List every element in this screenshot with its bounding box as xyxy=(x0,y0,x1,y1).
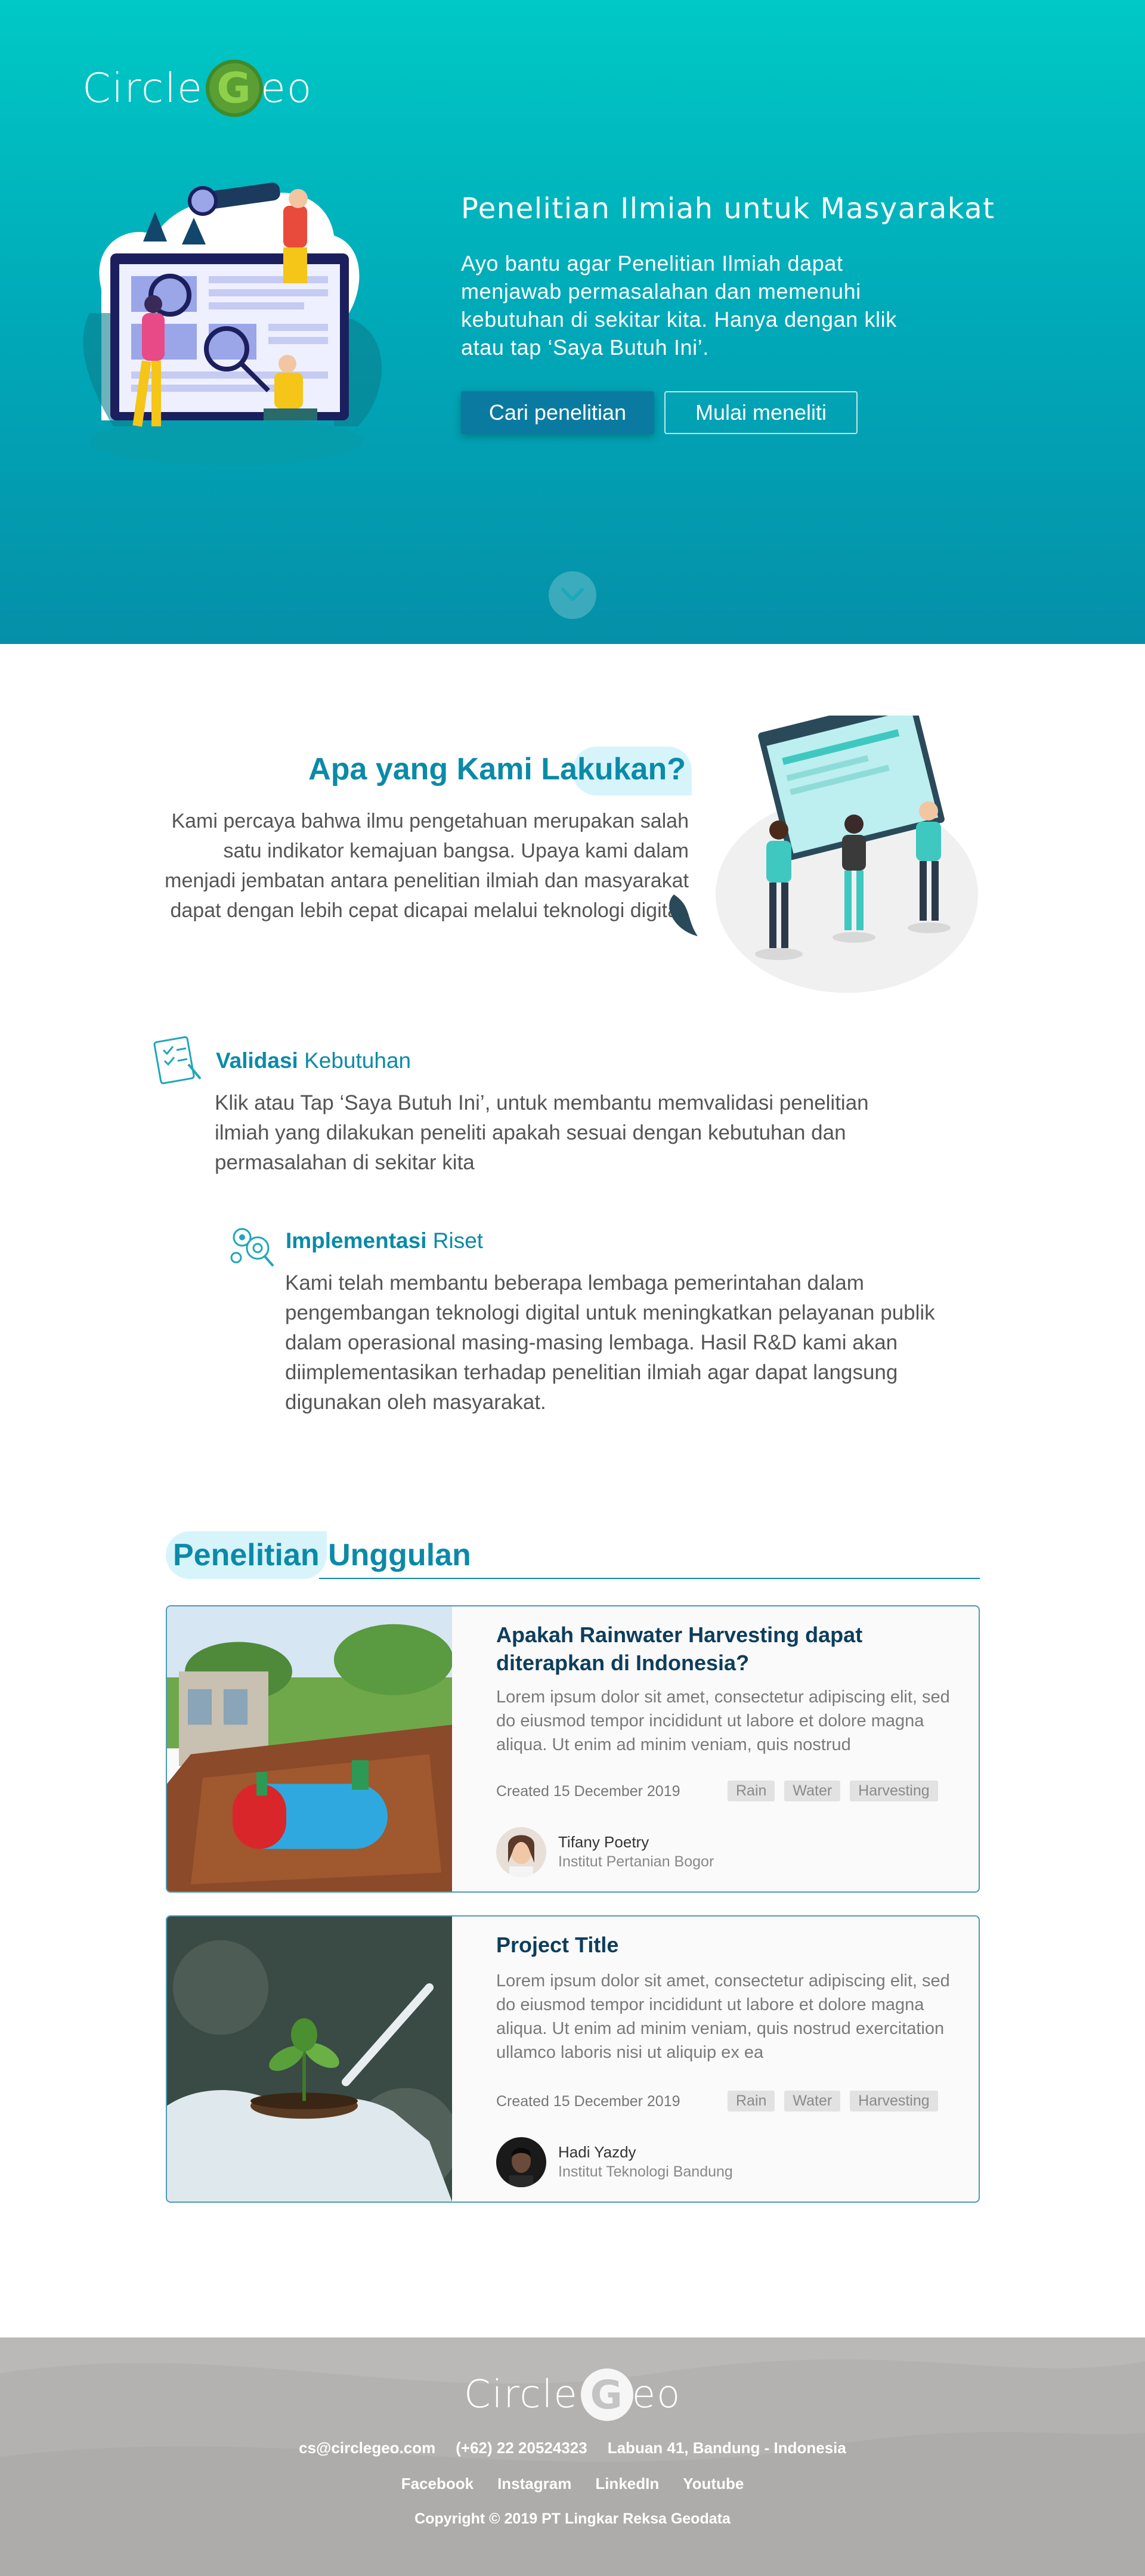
checklist-icon xyxy=(153,1036,202,1085)
hero-title: Penelitian Ilmiah untuk Masyarakat xyxy=(461,192,995,225)
card-created-date: Created 15 December 2019 xyxy=(496,2093,680,2110)
feature-title-validasi: Validasi Kebutuhan xyxy=(216,1048,411,1073)
rainwater-tank-image xyxy=(167,1606,452,1891)
card-body: Apakah Rainwater Harvesting dapat ditera… xyxy=(496,1606,957,1891)
brand-name-part2: eo xyxy=(632,2373,682,2417)
researchers-illustration xyxy=(83,182,382,465)
author-institution: Institut Pertanian Bogor xyxy=(558,1853,714,1870)
chevron-down-icon xyxy=(561,588,584,601)
contact-address: Labuan 41, Bandung - Indonesia xyxy=(607,2439,846,2457)
brand-logo[interactable]: Circle G eo xyxy=(82,60,312,117)
research-card[interactable]: Project Title Lorem ipsum dolor sit amet… xyxy=(166,1915,980,2203)
tag[interactable]: Water xyxy=(784,2091,841,2111)
contact-info: cs@circlegeo.com (+62) 22 20524323 Labua… xyxy=(0,2439,1145,2457)
social-links: Facebook Instagram LinkedIn Youtube xyxy=(0,2475,1145,2493)
hero-description: Ayo bantu agar Penelitian Ilmiah dapat m… xyxy=(461,251,897,360)
feature-title-bold: Validasi xyxy=(216,1048,298,1073)
author-avatar xyxy=(496,1827,546,1877)
section-divider xyxy=(319,1578,980,1579)
research-card[interactable]: Apakah Rainwater Harvesting dapat ditera… xyxy=(166,1605,980,1893)
tag[interactable]: Water xyxy=(784,1781,841,1801)
about-title-bold: Apa yang xyxy=(308,752,448,787)
brand-logo-g-icon: G xyxy=(205,60,263,117)
scroll-down-button[interactable] xyxy=(549,571,596,619)
author-institution: Institut Teknologi Bandung xyxy=(558,2163,733,2180)
tag[interactable]: Harvesting xyxy=(850,1781,938,1801)
social-link-instagram[interactable]: Instagram xyxy=(497,2475,571,2493)
brand-name-part1: Circle xyxy=(464,2373,578,2417)
feature-title-rest: Kebutuhan xyxy=(298,1048,411,1073)
about-title: Apa yang Kami Lakukan? xyxy=(308,747,692,795)
social-link-facebook[interactable]: Facebook xyxy=(401,2475,474,2493)
contact-email[interactable]: cs@circlegeo.com xyxy=(299,2439,435,2457)
author-name[interactable]: Tifany Poetry xyxy=(558,1833,649,1852)
author-avatar xyxy=(496,2137,546,2187)
feature-title-rest: Riset xyxy=(426,1228,484,1253)
research-gears-icon xyxy=(230,1228,274,1267)
team-illustration xyxy=(669,716,978,993)
feature-description-validasi: Klik atau Tap ‘Saya Butuh Ini’, untuk me… xyxy=(215,1091,869,1174)
featured-title-bold: Penelitian xyxy=(173,1538,320,1572)
tag[interactable]: Rain xyxy=(728,1781,775,1801)
tag-list: Rain Water Harvesting xyxy=(728,2091,938,2111)
tag[interactable]: Rain xyxy=(728,2091,775,2111)
feature-title-bold: Implementasi xyxy=(286,1228,427,1253)
featured-section-title: Penelitian Unggulan xyxy=(166,1531,471,1579)
footer-brand-logo[interactable]: Circle G eo xyxy=(464,2368,681,2421)
card-title[interactable]: Project Title xyxy=(496,1931,926,1959)
brand-name-part1: Circle xyxy=(82,64,203,112)
card-created-date: Created 15 December 2019 xyxy=(496,1783,680,1800)
card-body: Project Title Lorem ipsum dolor sit amet… xyxy=(496,1916,957,2202)
tag-list: Rain Water Harvesting xyxy=(728,1781,938,1801)
footer: Circle G eo cs@circlegeo.com (+62) 22 20… xyxy=(0,2337,1145,2576)
brand-logo-g-icon: G xyxy=(580,2368,633,2421)
card-description: Lorem ipsum dolor sit amet, consectetur … xyxy=(496,1688,950,1754)
about-text: Kami percaya bahwa ilmu pengetahuan meru… xyxy=(165,810,689,922)
start-research-button[interactable]: Mulai meneliti xyxy=(664,391,858,434)
featured-title-rest: Unggulan xyxy=(319,1538,471,1572)
author-name[interactable]: Hadi Yazdy xyxy=(558,2143,636,2162)
social-link-youtube[interactable]: Youtube xyxy=(683,2475,744,2493)
social-link-linkedin[interactable]: LinkedIn xyxy=(595,2475,659,2493)
find-research-button[interactable]: Cari penelitian xyxy=(461,391,654,434)
tag[interactable]: Harvesting xyxy=(850,2091,938,2111)
contact-phone[interactable]: (+62) 22 20524323 xyxy=(456,2439,587,2457)
plant-seedling-image xyxy=(167,1916,452,2202)
card-title[interactable]: Apakah Rainwater Harvesting dapat ditera… xyxy=(496,1621,926,1677)
copyright: Copyright © 2019 PT Lingkar Reksa Geodat… xyxy=(414,2510,731,2527)
brand-name-part2: eo xyxy=(260,64,313,112)
feature-description-implementasi: Kami telah membantu beberapa lembaga pem… xyxy=(285,1271,935,1414)
hero-section: Circle G eo Penelitian Ilmiah untuk Masy… xyxy=(0,0,1145,644)
feature-title-implementasi: Implementasi Riset xyxy=(286,1228,483,1253)
card-description: Lorem ipsum dolor sit amet, consectetur … xyxy=(496,1971,950,2062)
